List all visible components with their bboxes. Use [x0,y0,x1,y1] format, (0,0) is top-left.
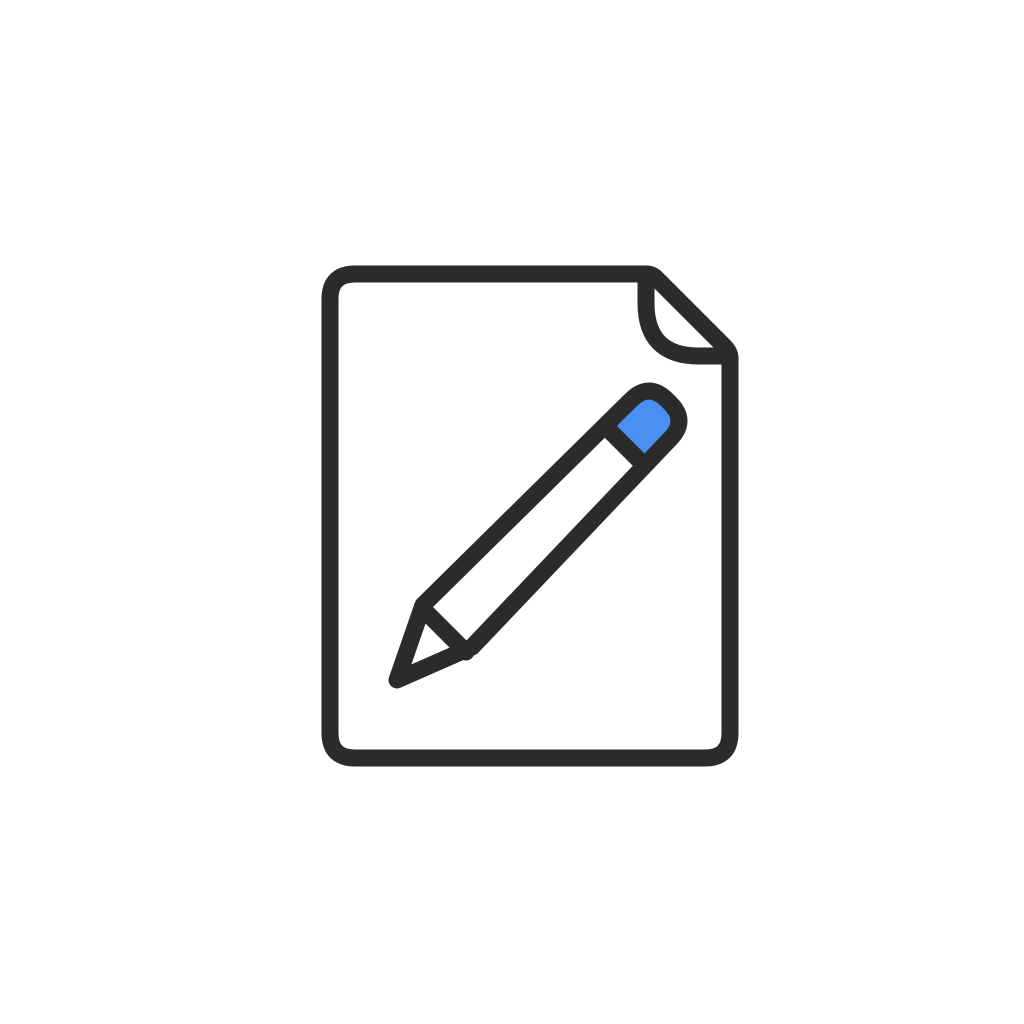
document-icon [321,265,739,767]
icon-canvas [0,0,1024,1024]
edit-document-icon [321,265,739,767]
